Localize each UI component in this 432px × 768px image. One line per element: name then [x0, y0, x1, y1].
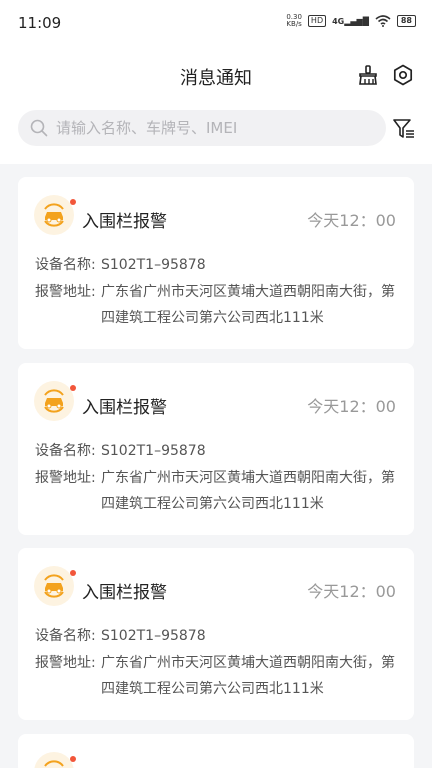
- unread-dot: [70, 385, 76, 391]
- message-card[interactable]: 入围栏报警 今天12：00 设备名称: S102T1–95878 报警地址: 广…: [18, 177, 414, 349]
- device-label: 设备名称:: [35, 443, 96, 459]
- address-value: 广东省广州市天河区黄埔大道西朝阳南大街，第四建筑工程公司第六公司西北111米: [101, 470, 395, 512]
- hd-icon: HD: [307, 15, 327, 27]
- unread-dot: [70, 199, 76, 205]
- address-label: 报警地址:: [35, 470, 96, 486]
- network-type: 4G: [332, 16, 345, 26]
- device-row: 设备名称: S102T1–95878: [35, 255, 206, 275]
- address-value: 广东省广州市天河区黄埔大道西朝阳南大街，第四建筑工程公司第六公司西北111米: [101, 655, 395, 697]
- message-title: 入围栏报警: [82, 398, 167, 418]
- unread-dot: [70, 756, 76, 762]
- message-card-partial[interactable]: [18, 734, 414, 768]
- settings-gear-icon[interactable]: [390, 62, 416, 88]
- filter-icon[interactable]: [392, 117, 416, 141]
- search-input[interactable]: [56, 119, 356, 137]
- message-card[interactable]: 入围栏报警 今天12：00 设备名称: S102T1–95878 报警地址: 广…: [18, 548, 414, 720]
- status-icons: 0.30 KB/s HD 4G▂▄▆█ 88: [286, 14, 416, 28]
- net-speed: 0.30 KB/s: [286, 14, 302, 28]
- message-time: 今天12：00: [307, 211, 396, 230]
- device-value: S102T1–95878: [101, 257, 206, 273]
- address-row: 报警地址: 广东省广州市天河区黄埔大道西朝阳南大街，第四建筑工程公司第六公司西北…: [35, 465, 401, 517]
- address-value: 广东省广州市天河区黄埔大道西朝阳南大街，第四建筑工程公司第六公司西北111米: [101, 284, 395, 326]
- address-label: 报警地址:: [35, 655, 96, 671]
- car-alarm-icon: [34, 195, 74, 235]
- battery-icon: 88: [396, 15, 416, 27]
- net-speed-unit: KB/s: [286, 20, 302, 28]
- address-label: 报警地址:: [35, 284, 96, 300]
- search-bar: [0, 104, 432, 164]
- wifi-icon: [375, 15, 391, 27]
- signal-icon: 4G▂▄▆█: [332, 16, 369, 26]
- search-box: [18, 110, 386, 146]
- app-header: 消息通知: [0, 48, 432, 104]
- address-row: 报警地址: 广东省广州市天河区黄埔大道西朝阳南大街，第四建筑工程公司第六公司西北…: [35, 650, 401, 702]
- message-card[interactable]: 入围栏报警 今天12：00 设备名称: S102T1–95878 报警地址: 广…: [18, 363, 414, 535]
- address-row: 报警地址: 广东省广州市天河区黄埔大道西朝阳南大街，第四建筑工程公司第六公司西北…: [35, 279, 401, 331]
- message-title: 入围栏报警: [82, 583, 167, 603]
- message-title: 入围栏报警: [82, 212, 167, 232]
- message-time: 今天12：00: [307, 582, 396, 601]
- clean-broom-icon[interactable]: [355, 62, 381, 88]
- status-time: 11:09: [18, 14, 62, 32]
- device-label: 设备名称:: [35, 628, 96, 644]
- car-alarm-icon: [34, 566, 74, 606]
- device-label: 设备名称:: [35, 257, 96, 273]
- car-alarm-icon: [34, 752, 74, 768]
- search-icon: [30, 119, 48, 137]
- message-time: 今天12：00: [307, 397, 396, 416]
- device-row: 设备名称: S102T1–95878: [35, 626, 206, 646]
- status-bar: 11:09 0.30 KB/s HD 4G▂▄▆█ 88: [0, 0, 432, 48]
- device-row: 设备名称: S102T1–95878: [35, 441, 206, 461]
- unread-dot: [70, 570, 76, 576]
- device-value: S102T1–95878: [101, 628, 206, 644]
- car-alarm-icon: [34, 381, 74, 421]
- device-value: S102T1–95878: [101, 443, 206, 459]
